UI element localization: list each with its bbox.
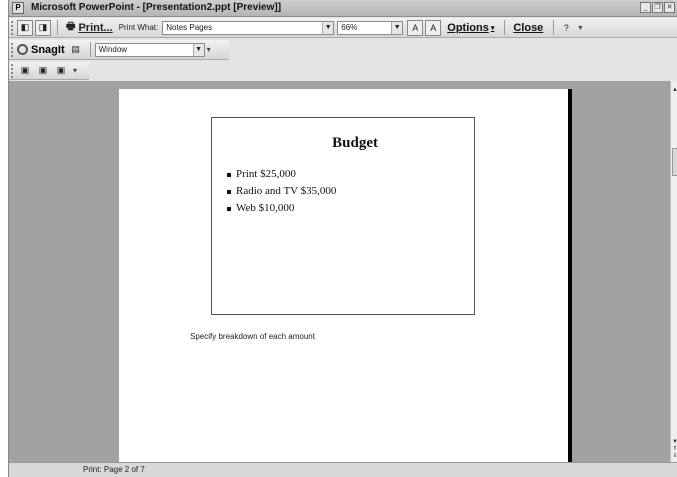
status-page-info: Print: Page 2 of 7 xyxy=(83,465,145,474)
print-what-label: Print What: xyxy=(118,23,159,32)
separator xyxy=(504,20,506,35)
chevron-down-icon[interactable]: ▼ xyxy=(192,43,204,56)
window-title: Microsoft PowerPoint - [Presentation2.pp… xyxy=(31,2,282,13)
previous-page-icon[interactable]: ⇑ xyxy=(671,446,677,453)
chevron-down-icon[interactable]: ▼ xyxy=(322,21,334,34)
bullet-icon xyxy=(227,189,231,194)
zoom-value: 66% xyxy=(341,22,358,32)
title-bar: P Microsoft PowerPoint - [Presentation2.… xyxy=(9,0,677,17)
vertical-scrollbar[interactable]: ▲ ▼ ⇑ ⇓ xyxy=(670,81,677,462)
bullet-icon xyxy=(227,172,231,177)
printer-icon: 🖶 xyxy=(66,21,76,32)
options-button-label: Options xyxy=(447,21,489,34)
landscape-icon[interactable]: A xyxy=(407,19,424,36)
next-page-icon[interactable]: ◨ xyxy=(35,19,51,36)
powerpoint-icon[interactable]: P xyxy=(12,2,24,14)
list-item: Print $25,000 xyxy=(227,166,336,183)
scroll-down-icon[interactable]: ▼ xyxy=(671,439,677,446)
print-button-label: Print... xyxy=(78,21,113,34)
bullet-text: Web $10,000 xyxy=(236,202,295,214)
capture-window-icon[interactable]: ▣ xyxy=(17,63,33,79)
portrait-icon[interactable]: A xyxy=(425,19,442,36)
toolbar-options-icon[interactable]: ▾ xyxy=(207,45,211,54)
help-icon[interactable]: ? xyxy=(558,20,574,36)
next-page-icon[interactable]: ⇓ xyxy=(671,453,677,460)
preview-area: Budget Print $25,000 Radio and TV $35,00… xyxy=(9,81,670,462)
bullet-icon xyxy=(227,206,231,211)
minimize-icon[interactable]: _ xyxy=(640,2,651,13)
print-button[interactable]: 🖶 Print... xyxy=(62,20,117,36)
print-preview-toolbar: ◧ ◨ 🖶 Print... Print What: Notes Pages ▼… xyxy=(9,18,677,38)
speaker-notes: Specify breakdown of each amount xyxy=(190,332,315,341)
previous-page-icon[interactable]: ◧ xyxy=(17,19,33,36)
status-bar: Print: Page 2 of 7 xyxy=(9,462,677,477)
separator xyxy=(89,42,91,57)
close-window-icon[interactable]: ✕ xyxy=(664,2,675,13)
notes-page: Budget Print $25,000 Radio and TV $35,00… xyxy=(119,89,568,462)
list-item: Radio and TV $35,000 xyxy=(227,183,336,200)
separator xyxy=(57,20,58,35)
zoom-select[interactable]: 66% ▼ xyxy=(337,20,404,35)
slide-bullet-list: Print $25,000 Radio and TV $35,000 Web $… xyxy=(227,166,336,217)
scroll-up-icon[interactable]: ▲ xyxy=(672,87,677,93)
capture-mode-select[interactable]: Window ▼ xyxy=(94,42,205,57)
chevron-down-icon[interactable]: ▼ xyxy=(391,21,403,34)
chevron-down-icon: ▾ xyxy=(490,24,495,32)
snagit-button[interactable]: SnagIt xyxy=(17,44,65,56)
list-item: Web $10,000 xyxy=(227,200,336,217)
capture-region-icon[interactable]: ▣ xyxy=(35,63,51,79)
capture-scroll-icon[interactable]: ▣ xyxy=(53,63,69,79)
slide-thumbnail: Budget Print $25,000 Radio and TV $35,00… xyxy=(211,117,475,315)
options-button[interactable]: Options ▾ xyxy=(443,20,498,36)
toolbar-options-icon[interactable]: ▾ xyxy=(578,23,582,32)
bullet-text: Radio and TV $35,000 xyxy=(236,185,337,197)
powerpoint-window: P Microsoft PowerPoint - [Presentation2.… xyxy=(8,0,677,477)
window-controls: _ ❐ ✕ xyxy=(640,2,675,13)
print-what-select[interactable]: Notes Pages ▼ xyxy=(162,20,335,35)
restore-icon[interactable]: ❐ xyxy=(652,2,663,13)
toolbar-grip[interactable] xyxy=(11,20,14,35)
small-toolbar: ▣ ▣ ▣ ▾ xyxy=(9,62,89,80)
toolbar-grip[interactable] xyxy=(11,42,14,57)
slide-title: Budget xyxy=(332,135,378,151)
scrollbar-thumb[interactable] xyxy=(672,148,677,176)
snagit-logo-icon xyxy=(17,44,28,55)
toolbar-grip[interactable] xyxy=(11,63,14,78)
toolbar-options-icon[interactable]: ▾ xyxy=(73,66,77,75)
separator xyxy=(553,20,555,35)
capture-mode-value: Window xyxy=(98,44,128,54)
snagit-toolbar: SnagIt ▤ Window ▼ ▾ xyxy=(9,40,229,60)
bullet-text: Print $25,000 xyxy=(236,168,296,180)
page-shadow xyxy=(568,89,572,462)
page-navigation: ▼ ⇑ ⇓ xyxy=(671,439,677,460)
print-what-value: Notes Pages xyxy=(166,22,213,32)
capture-settings-icon[interactable]: ▤ xyxy=(68,42,84,58)
close-preview-button[interactable]: Close xyxy=(509,20,547,36)
snagit-label: SnagIt xyxy=(31,43,65,56)
